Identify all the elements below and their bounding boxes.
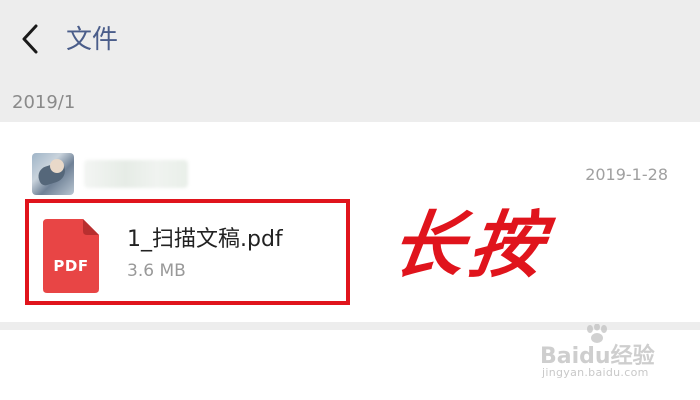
file-name: 1_扫描文稿.pdf bbox=[127, 227, 283, 252]
pdf-type-label: PDF bbox=[53, 257, 89, 275]
watermark-url: jingyan.baidu.com bbox=[542, 366, 649, 379]
back-button[interactable] bbox=[14, 22, 48, 56]
section-header bbox=[0, 78, 700, 122]
long-press-annotation: 长按 bbox=[386, 202, 555, 287]
sender-name-blurred bbox=[84, 160, 188, 188]
file-message-card[interactable]: PDF 1_扫描文稿.pdf 3.6 MB bbox=[25, 199, 350, 305]
file-size: 3.6 MB bbox=[127, 261, 186, 281]
page-title: 文件 bbox=[66, 25, 119, 55]
top-nav-bar: 文件 bbox=[0, 0, 700, 78]
section-date: 2019/1 bbox=[12, 92, 76, 113]
watermark: Baidu经验 jingyan.baidu.com bbox=[540, 324, 690, 384]
pdf-file-icon: PDF bbox=[43, 219, 99, 293]
message-timestamp: 2019-1-28 bbox=[585, 165, 668, 184]
avatar[interactable] bbox=[32, 153, 74, 195]
chevron-left-icon bbox=[22, 24, 38, 54]
